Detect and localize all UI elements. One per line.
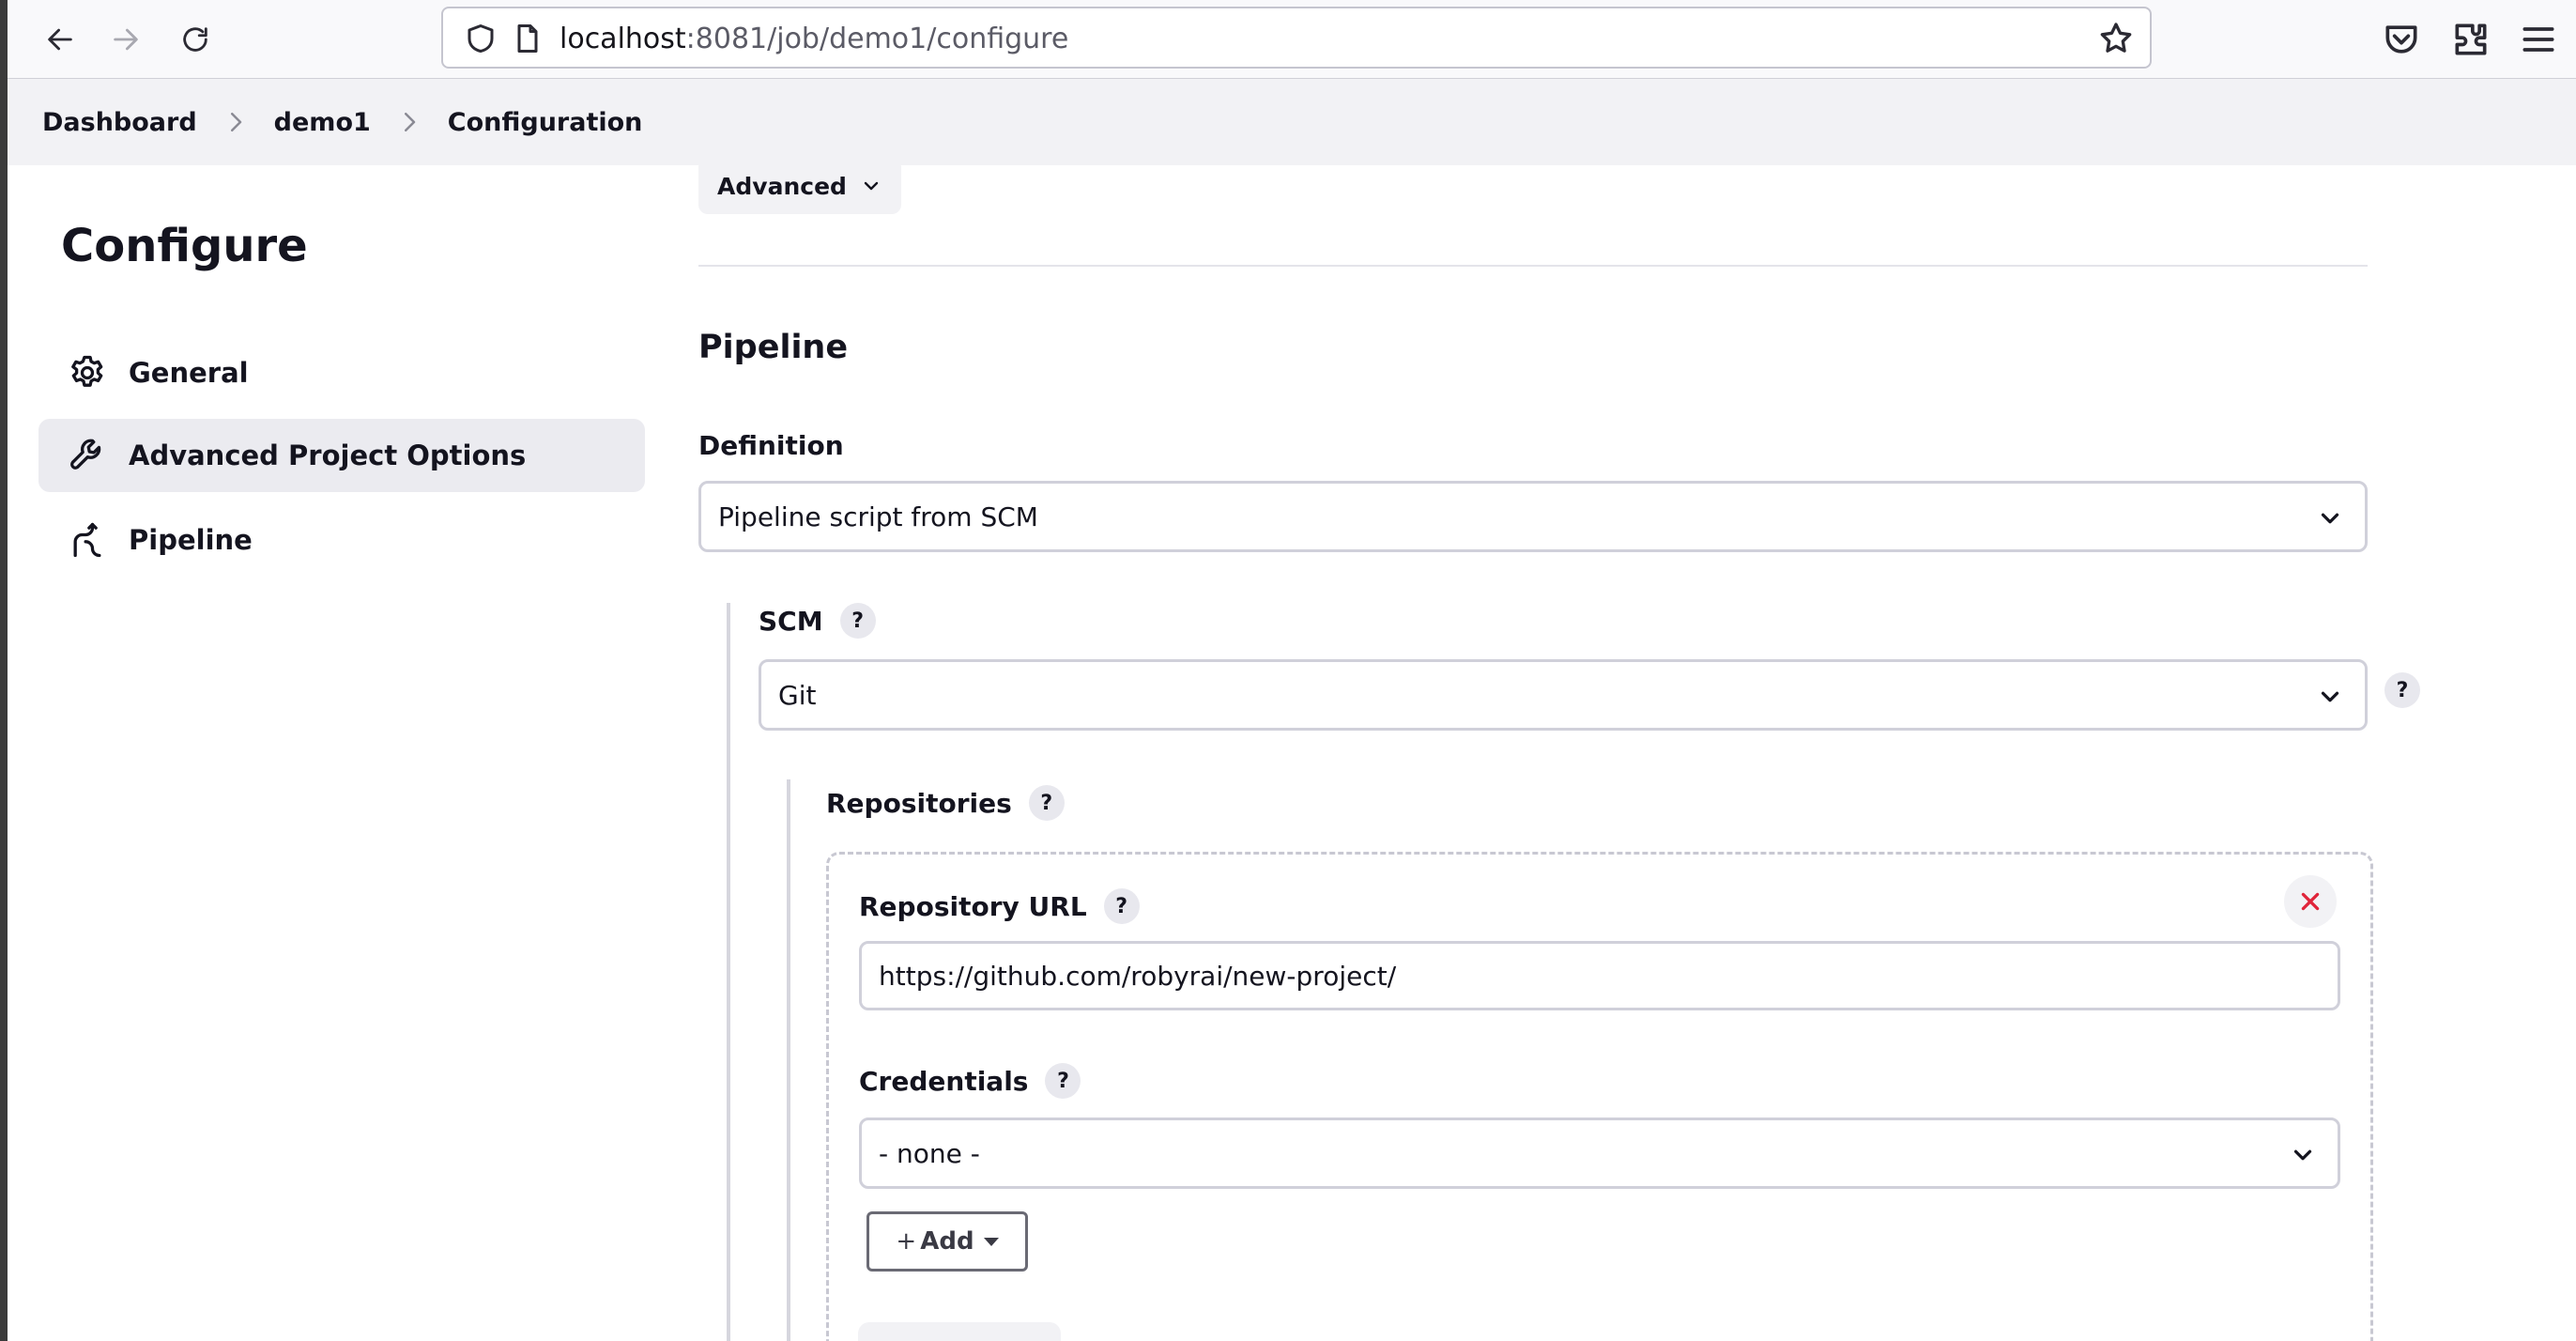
scm-label: SCM ? [759, 603, 876, 639]
sidebar: Configure General Advanced Project Optio… [8, 165, 665, 1341]
chevron-right-icon [230, 113, 241, 131]
definition-value: Pipeline script from SCM [718, 501, 1038, 532]
plus-icon: + [896, 1227, 917, 1256]
repositories-label: Repositories ? [826, 785, 1065, 821]
url-host: localhost [560, 23, 686, 55]
repository-entry: Repository URL ? https://github.com/roby… [826, 852, 2373, 1341]
wrench-icon [70, 439, 101, 470]
scm-value: Git [778, 679, 817, 711]
reload-button[interactable] [171, 15, 220, 64]
advanced-button[interactable]: Advanced [698, 158, 901, 214]
scm-select-help-icon[interactable]: ? [2384, 672, 2420, 708]
advanced-repo-button-partial[interactable] [858, 1322, 1061, 1341]
repository-url-value: https://github.com/robyrai/new-project/ [879, 960, 1397, 992]
chevron-right-icon [404, 113, 416, 131]
caret-down-icon [983, 1237, 999, 1246]
chevron-down-icon [2321, 513, 2339, 524]
credentials-help-icon[interactable]: ? [1045, 1063, 1081, 1099]
hamburger-menu-icon[interactable] [2518, 19, 2559, 60]
breadcrumb-dashboard[interactable]: Dashboard [42, 108, 197, 137]
sidebar-item-general[interactable]: General [38, 336, 645, 409]
section-divider [698, 265, 2368, 267]
browser-toolbar: localhost:8081/job/demo1/configure [8, 0, 2576, 79]
breadcrumb: Dashboard demo1 Configuration [8, 79, 2576, 165]
breadcrumb-configuration[interactable]: Configuration [448, 108, 643, 137]
scm-select[interactable]: Git [759, 659, 2368, 731]
sidebar-item-pipeline[interactable]: Pipeline [38, 503, 645, 577]
forward-button[interactable] [101, 15, 150, 64]
reload-icon [183, 27, 207, 52]
url-text[interactable]: localhost:8081/job/demo1/configure [560, 21, 1068, 58]
browser-window: localhost:8081/job/demo1/configure Dashb… [8, 0, 2576, 1341]
sidebar-item-label: General [129, 357, 249, 389]
repositories-label-text: Repositories [826, 787, 1012, 819]
page-title: Configure [61, 220, 308, 272]
back-arrow-icon [48, 28, 72, 51]
repositories-help-icon[interactable]: ? [1028, 785, 1065, 821]
add-button-label: Add [920, 1227, 974, 1256]
scm-label-text: SCM [759, 605, 823, 637]
sidebar-item-advanced-project-options[interactable]: Advanced Project Options [38, 419, 645, 492]
scm-nesting-line [727, 603, 730, 1341]
sidebar-item-label: Pipeline [129, 524, 253, 556]
shield-icon[interactable] [464, 22, 498, 55]
pipeline-icon [73, 522, 101, 558]
chevron-down-icon [864, 181, 879, 191]
credentials-value: - none - [879, 1137, 980, 1169]
repository-url-input[interactable]: https://github.com/robyrai/new-project/ [859, 941, 2340, 1010]
url-path: :8081/job/demo1/configure [685, 23, 1069, 55]
gear-icon [71, 355, 103, 387]
address-bar[interactable]: localhost:8081/job/demo1/configure [441, 7, 2152, 69]
add-credentials-button[interactable]: + Add [866, 1211, 1028, 1272]
main-content: Advanced Pipeline Definition Pipeline sc… [698, 158, 2420, 1341]
sidebar-item-label: Advanced Project Options [129, 439, 527, 471]
repository-url-help-icon[interactable]: ? [1103, 888, 1140, 924]
page-icon[interactable] [511, 22, 544, 55]
credentials-label-text: Credentials [859, 1065, 1029, 1097]
repositories-nesting-line [787, 779, 790, 1341]
advanced-label: Advanced [717, 172, 847, 200]
definition-select[interactable]: Pipeline script from SCM [698, 481, 2368, 552]
definition-label-text: Definition [698, 430, 844, 461]
close-icon [2301, 892, 2320, 911]
extensions-icon[interactable] [2450, 19, 2492, 60]
repository-url-label: Repository URL ? [859, 888, 1140, 924]
back-button[interactable] [36, 15, 84, 64]
chevron-down-icon [2321, 691, 2339, 702]
remove-repository-button[interactable] [2284, 875, 2337, 928]
credentials-label: Credentials ? [859, 1063, 1081, 1099]
definition-label: Definition [698, 430, 844, 461]
breadcrumb-demo1[interactable]: demo1 [274, 108, 371, 137]
repository-url-label-text: Repository URL [859, 890, 1087, 922]
scm-help-icon[interactable]: ? [839, 603, 876, 639]
pocket-icon[interactable] [2381, 19, 2422, 60]
forward-arrow-icon [114, 28, 138, 51]
chevron-down-icon [2293, 1149, 2312, 1161]
section-title-pipeline: Pipeline [698, 329, 849, 366]
credentials-select[interactable]: - none - [859, 1118, 2340, 1189]
bookmark-star-icon[interactable] [2097, 20, 2135, 57]
